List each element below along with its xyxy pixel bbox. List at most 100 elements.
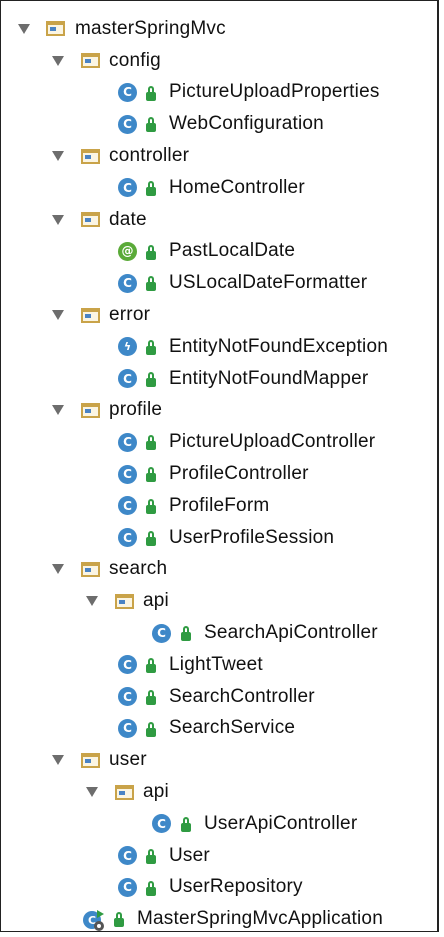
lock-icon — [181, 816, 191, 832]
exception-class-icon: ϟ — [118, 337, 137, 357]
lock-icon — [146, 435, 156, 451]
tree-row-package-search[interactable]: search — [1, 554, 438, 586]
tree-row-class[interactable]: C UserApiController — [1, 808, 438, 840]
tree-row-package-search-api[interactable]: api — [1, 585, 438, 617]
expand-arrow-icon[interactable] — [52, 405, 64, 416]
tree-row-class[interactable]: ϟ EntityNotFoundException — [1, 331, 438, 363]
class-icon: C — [118, 114, 137, 134]
tree-row-class[interactable]: C USLocalDateFormatter — [1, 267, 438, 299]
package-folder-icon — [81, 752, 100, 768]
tree-row-class[interactable]: C UserProfileSession — [1, 522, 438, 554]
tree-label-class: HomeController — [169, 176, 305, 198]
tree-row-package-user[interactable]: user — [1, 744, 438, 776]
lock-icon — [146, 848, 156, 864]
class-icon: C — [118, 496, 137, 516]
expand-arrow-icon[interactable] — [86, 787, 98, 798]
tree-row-root[interactable]: masterSpringMvc — [1, 13, 438, 45]
package-folder-icon — [81, 307, 100, 323]
tree-label-package: config — [109, 49, 161, 71]
expand-arrow-icon[interactable] — [52, 151, 64, 162]
tree-label-class: ProfileController — [169, 463, 309, 485]
tree-row-class[interactable]: C LightTweet — [1, 649, 438, 681]
tree-label-package: profile — [109, 399, 163, 421]
expand-arrow-icon[interactable] — [52, 55, 64, 66]
project-tree: masterSpringMvc config C PictureUploadPr… — [1, 13, 438, 935]
expand-arrow-icon[interactable] — [52, 214, 64, 225]
annotation-icon: @ — [118, 241, 137, 261]
lock-icon — [146, 657, 156, 673]
module-folder-icon — [46, 21, 65, 37]
tree-row-class[interactable]: C UserRepository — [1, 872, 438, 904]
class-icon: C — [118, 369, 137, 389]
tree-row-class[interactable]: C User — [1, 840, 438, 872]
tree-row-package-profile[interactable]: profile — [1, 395, 438, 427]
lock-icon — [146, 721, 156, 737]
tree-label-class: SearchController — [169, 685, 315, 707]
expand-arrow-icon[interactable] — [52, 755, 64, 766]
tree-row-package-config[interactable]: config — [1, 45, 438, 77]
package-folder-icon — [81, 561, 100, 577]
lock-icon — [181, 626, 191, 642]
tree-label-class: UserApiController — [204, 812, 358, 834]
lock-icon — [146, 244, 156, 260]
class-icon: C — [118, 528, 137, 548]
class-icon: C — [118, 464, 137, 484]
tree-row-class[interactable]: C HomeController — [1, 172, 438, 204]
class-icon: C — [118, 273, 137, 293]
lock-icon — [146, 467, 156, 483]
tree-label-class: PastLocalDate — [169, 240, 296, 262]
class-icon: C — [118, 718, 137, 738]
tree-label-class: SearchApiController — [204, 622, 378, 644]
tree-row-class[interactable]: C SearchService — [1, 713, 438, 745]
expand-arrow-icon[interactable] — [86, 596, 98, 607]
lock-icon — [146, 180, 156, 196]
tree-row-application-class[interactable]: C MasterSpringMvcApplication — [1, 903, 438, 935]
tree-label-class: USLocalDateFormatter — [169, 272, 368, 294]
package-folder-icon — [81, 53, 100, 69]
tree-label-package: controller — [109, 145, 190, 167]
lock-icon — [146, 530, 156, 546]
package-folder-icon — [81, 148, 100, 164]
tree-row-class[interactable]: C PictureUploadController — [1, 426, 438, 458]
expand-arrow-icon[interactable] — [52, 564, 64, 575]
tree-row-package-controller[interactable]: controller — [1, 140, 438, 172]
lock-icon — [146, 689, 156, 705]
tree-row-class[interactable]: C SearchController — [1, 681, 438, 713]
tree-row-class[interactable]: C ProfileController — [1, 458, 438, 490]
package-folder-icon — [115, 593, 134, 609]
tree-row-package-user-api[interactable]: api — [1, 776, 438, 808]
tree-row-class[interactable]: C ProfileForm — [1, 490, 438, 522]
package-folder-icon — [81, 402, 100, 418]
tree-label-class: SearchService — [169, 717, 296, 739]
tree-label-class: UserProfileSession — [169, 526, 335, 548]
expand-arrow-icon[interactable] — [18, 23, 30, 34]
tree-label-package: user — [109, 749, 147, 771]
tree-row-class[interactable]: @ PastLocalDate — [1, 236, 438, 268]
class-icon: C — [118, 687, 137, 707]
tree-label-class: PictureUploadProperties — [169, 81, 380, 103]
spring-boot-run-class-icon: C — [82, 908, 104, 932]
tree-row-package-error[interactable]: error — [1, 299, 438, 331]
tree-label-package: api — [143, 590, 169, 612]
tree-label-package: api — [143, 781, 169, 803]
tree-label-package: date — [109, 208, 147, 230]
expand-arrow-icon[interactable] — [52, 310, 64, 321]
tree-row-package-date[interactable]: date — [1, 204, 438, 236]
package-folder-icon — [81, 212, 100, 228]
lock-icon — [146, 276, 156, 292]
tree-label-class: WebConfiguration — [169, 113, 324, 135]
tree-label-class: EntityNotFoundException — [169, 335, 388, 357]
tree-label-application-class: MasterSpringMvcApplication — [137, 908, 383, 930]
class-icon: C — [118, 82, 137, 102]
lock-icon — [146, 371, 156, 387]
tree-label-class: PictureUploadController — [169, 431, 376, 453]
class-icon: C — [152, 623, 171, 643]
tree-row-class[interactable]: C PictureUploadProperties — [1, 77, 438, 109]
tree-label-package: search — [109, 558, 168, 580]
class-icon: C — [118, 432, 137, 452]
tree-row-class[interactable]: C EntityNotFoundMapper — [1, 363, 438, 395]
lock-icon — [146, 498, 156, 514]
tree-row-class[interactable]: C WebConfiguration — [1, 108, 438, 140]
tree-row-class[interactable]: C SearchApiController — [1, 617, 438, 649]
class-icon: C — [118, 846, 137, 866]
